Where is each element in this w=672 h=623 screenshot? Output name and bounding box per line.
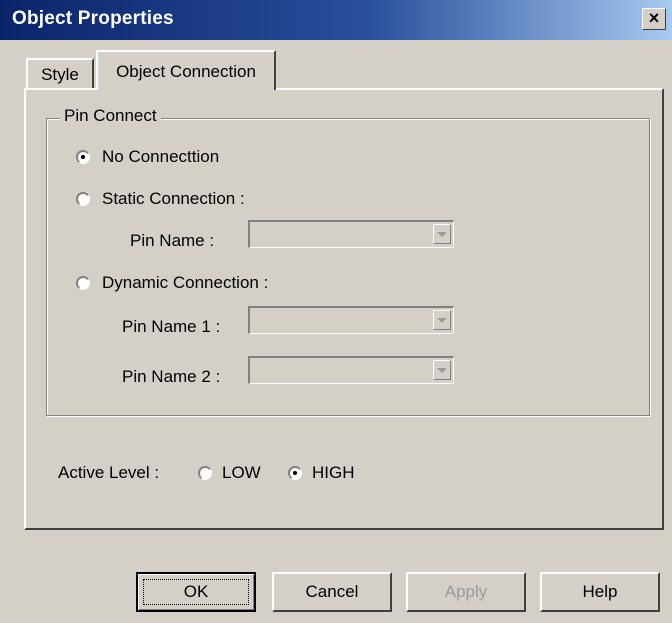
radio-no-connection[interactable] [76, 150, 90, 164]
radio-low[interactable] [198, 466, 212, 480]
pin-name-1-label: Pin Name 1 : [122, 317, 221, 336]
close-button[interactable]: × [642, 8, 666, 30]
pin-name-dropdown-button[interactable] [433, 224, 451, 244]
pin-name-1-dropdown-button[interactable] [433, 310, 451, 330]
window-title: Object Properties [12, 8, 174, 29]
pin-name-combo[interactable] [248, 220, 454, 248]
pin-name-2-label: Pin Name 2 : [122, 367, 221, 386]
dynamic-connection-label[interactable]: Dynamic Connection : [102, 272, 268, 294]
ok-button[interactable]: OK [136, 572, 256, 612]
pin-name-2-combo[interactable] [248, 356, 454, 384]
static-connection-label[interactable]: Static Connection : [102, 188, 245, 210]
cancel-button[interactable]: Cancel [272, 572, 392, 612]
help-button[interactable]: Help [540, 572, 660, 612]
title-bar[interactable]: Object Properties × [0, 0, 672, 40]
tab-object-connection[interactable]: Object Connection [96, 50, 276, 90]
radio-static-connection[interactable] [76, 192, 90, 206]
high-label[interactable]: HIGH [312, 462, 355, 484]
radio-dynamic-connection[interactable] [76, 276, 90, 290]
low-label[interactable]: LOW [222, 462, 261, 484]
pin-connect-label: Pin Connect [60, 106, 161, 126]
pin-name-2-dropdown-button[interactable] [433, 360, 451, 380]
focus-rect [143, 579, 249, 605]
chevron-down-icon [437, 232, 447, 237]
pin-name-label: Pin Name : [130, 231, 215, 250]
tab-style[interactable]: Style [26, 58, 94, 90]
close-icon: × [648, 8, 660, 28]
chevron-down-icon [437, 368, 447, 373]
pin-name-1-combo[interactable] [248, 306, 454, 334]
active-level-label: Active Level : [58, 463, 160, 482]
no-connection-label[interactable]: No Connecttion [102, 146, 219, 168]
chevron-down-icon [437, 318, 447, 323]
radio-high[interactable] [288, 466, 302, 480]
apply-button[interactable]: Apply [406, 572, 526, 612]
